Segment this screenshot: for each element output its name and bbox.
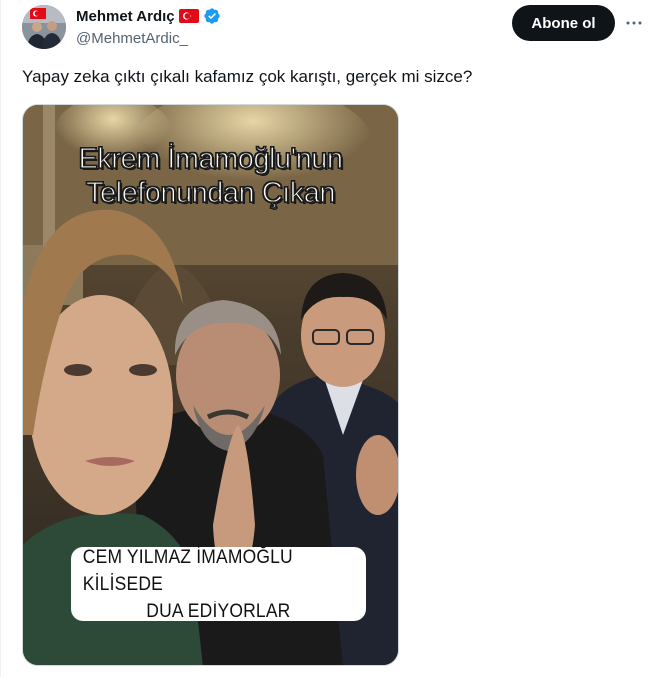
- turkey-flag-icon: [178, 9, 199, 23]
- author-name[interactable]: Mehmet Ardıç: [76, 8, 175, 25]
- verified-badge-icon: [203, 7, 221, 25]
- caption-line2: DUA EDİYORLAR: [146, 600, 291, 622]
- follow-button[interactable]: Abone ol: [512, 5, 615, 41]
- more-options-icon[interactable]: [621, 10, 647, 36]
- tweet-text: Yapay zeka çıktı çıkalı kafamız çok karı…: [22, 67, 473, 86]
- overlay-title-line2: Telefonundan Çıkan: [85, 176, 336, 209]
- tweet-card: Mehmet Ardıç @MehmetArdic_ Abone ol Yapa…: [0, 0, 657, 677]
- overlay-title-line1: Ekrem İmamoğlu'nun: [78, 142, 344, 175]
- caption-line1: CEM YILMAZ İMAMOĞLU KİLİSEDE: [82, 546, 293, 595]
- author-name-row: Mehmet Ardıç: [76, 7, 221, 25]
- image-caption-box: CEM YILMAZ İMAMOĞLU KİLİSEDE DUA EDİYORL…: [71, 546, 366, 622]
- author-avatar[interactable]: [22, 5, 66, 49]
- tweet-media-image[interactable]: Ekrem İmamoğlu'nun Telefonundan Çıkan CE…: [22, 104, 399, 666]
- author-handle[interactable]: @MehmetArdic_: [76, 30, 188, 47]
